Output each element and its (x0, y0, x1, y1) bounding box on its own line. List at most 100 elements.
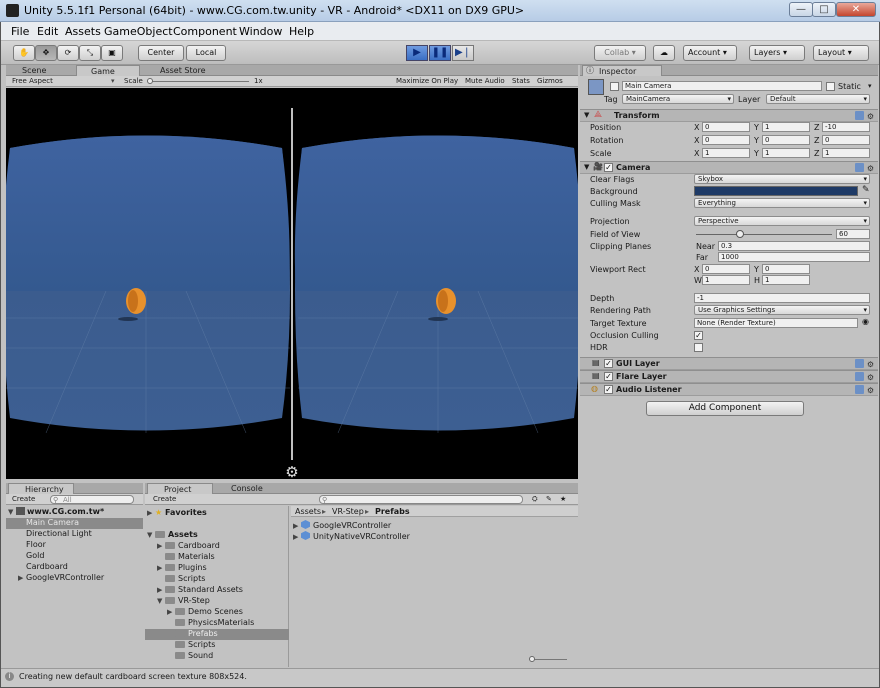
rotation-y-field[interactable]: 0 (762, 135, 810, 145)
viewport-x-field[interactable]: 0 (702, 264, 750, 274)
rendering-path-dropdown[interactable]: Use Graphics Settings (694, 305, 870, 315)
account-dropdown[interactable]: Account ▾ (683, 45, 737, 61)
tab-project[interactable]: Project (147, 483, 213, 494)
component-settings-icon[interactable]: ⚙ (855, 111, 874, 121)
depth-field[interactable]: -1 (694, 293, 870, 303)
hierarchy-search-input[interactable]: ⚲ All (50, 495, 134, 504)
folder-vrstep-scripts[interactable]: Scripts (175, 640, 215, 649)
scale-x-field[interactable]: 1 (702, 148, 750, 158)
close-button[interactable]: ✕ (836, 2, 876, 17)
component-settings-icon[interactable]: ⚙ (855, 385, 874, 395)
rotation-z-field[interactable]: 0 (822, 135, 870, 145)
tab-console[interactable]: Console (217, 483, 283, 494)
folder-cardboard[interactable]: ▶ Cardboard (157, 541, 220, 550)
hierarchy-item-floor[interactable]: Floor (26, 540, 46, 549)
gui-layer-header[interactable]: ▤ ✓ GUI Layer ⚙ (580, 357, 878, 370)
folder-prefabs[interactable]: Prefabs (145, 629, 289, 640)
breadcrumb-prefabs[interactable]: Prefabs (375, 507, 410, 516)
object-picker-icon[interactable]: ◉ (862, 317, 869, 326)
scale-slider[interactable] (149, 81, 249, 82)
object-name-field[interactable]: Main Camera (622, 81, 822, 91)
fov-slider[interactable] (696, 234, 832, 235)
hierarchy-create-button[interactable]: Create (12, 495, 35, 503)
layers-dropdown[interactable]: Layers ▾ (749, 45, 805, 61)
culling-mask-dropdown[interactable]: Everything (694, 198, 870, 208)
static-arrow-icon[interactable]: ▾ (868, 82, 872, 90)
icon-size-slider[interactable] (531, 659, 567, 660)
filter-label-icon[interactable]: ✎ (546, 495, 552, 503)
favorites-item[interactable]: ▶ ★ Favorites (147, 508, 207, 517)
rotation-x-field[interactable]: 0 (702, 135, 750, 145)
fov-slider-thumb[interactable] (736, 230, 744, 238)
step-button[interactable]: ▶❘ (452, 45, 474, 61)
eyedropper-icon[interactable]: ✎ (862, 185, 870, 195)
position-x-field[interactable]: 0 (702, 122, 750, 132)
add-component-button[interactable]: Add Component (646, 401, 804, 416)
hdr-checkbox[interactable] (694, 343, 703, 352)
breadcrumb-assets[interactable]: Assets (295, 507, 321, 516)
active-checkbox[interactable] (610, 82, 619, 91)
play-button[interactable]: ▶ (406, 45, 428, 61)
game-viewport[interactable]: ⚙ (2, 88, 582, 481)
cloud-icon[interactable]: ☁ (653, 45, 675, 61)
hierarchy-item-gold[interactable]: Gold (26, 551, 44, 560)
occlusion-culling-checkbox[interactable]: ✓ (694, 331, 703, 340)
viewport-y-field[interactable]: 0 (762, 264, 810, 274)
favorite-star-icon[interactable]: ★ (560, 495, 566, 503)
scale-tool-icon[interactable]: ⤡ (79, 45, 101, 61)
menu-file[interactable]: File (11, 25, 29, 38)
menu-assets[interactable]: Assets (65, 25, 101, 38)
maximize-button[interactable]: □ (812, 2, 836, 17)
clear-flags-dropdown[interactable]: Skybox (694, 174, 870, 184)
position-y-field[interactable]: 1 (762, 122, 810, 132)
tab-scene[interactable]: Scene (8, 65, 70, 76)
tab-inspector[interactable]: Inspector (582, 65, 662, 76)
tab-game[interactable]: Game (76, 65, 140, 76)
hierarchy-scene[interactable]: ▼ www.CG.com.tw* (8, 507, 104, 516)
tab-asset-store[interactable]: Asset Store (146, 65, 226, 76)
static-checkbox[interactable] (826, 82, 835, 91)
scale-slider-thumb[interactable] (147, 78, 153, 84)
folder-physicsmaterials[interactable]: PhysicsMaterials (175, 618, 254, 627)
folder-materials[interactable]: Materials (165, 552, 215, 561)
viewport-h-field[interactable]: 1 (762, 275, 810, 285)
hierarchy-item-main-camera[interactable]: Main Camera (6, 518, 143, 529)
asset-unitynativevrcontroller[interactable]: ▶ UnityNativeVRController (293, 531, 410, 541)
scale-y-field[interactable]: 1 (762, 148, 810, 158)
audio-listener-checkbox[interactable]: ✓ (604, 385, 613, 394)
folder-vr-step[interactable]: ▼ VR-Step (157, 596, 210, 605)
scale-z-field[interactable]: 1 (822, 148, 870, 158)
gui-layer-checkbox[interactable]: ✓ (604, 359, 613, 368)
hierarchy-item-cardboard[interactable]: Cardboard (26, 562, 68, 571)
projection-dropdown[interactable]: Perspective (694, 216, 870, 226)
layout-dropdown[interactable]: Layout ▾ (813, 45, 869, 61)
stats-toggle[interactable]: Stats (512, 77, 530, 85)
flare-layer-checkbox[interactable]: ✓ (604, 372, 613, 381)
pivot-center-button[interactable]: Center (138, 45, 184, 61)
near-field[interactable]: 0.3 (718, 241, 870, 251)
folder-scripts[interactable]: Scripts (165, 574, 205, 583)
menu-help[interactable]: Help (289, 25, 314, 38)
transform-header[interactable]: ▼ ⟁ Transform ⚙ (580, 109, 878, 122)
folder-demo-scenes[interactable]: ▶ Demo Scenes (167, 607, 243, 616)
tag-dropdown[interactable]: MainCamera (622, 94, 734, 104)
camera-enabled-checkbox[interactable]: ✓ (604, 163, 613, 172)
tab-hierarchy[interactable]: Hierarchy (8, 483, 74, 494)
icon-size-slider-thumb[interactable] (529, 656, 535, 662)
move-tool-icon[interactable]: ✥ (35, 45, 57, 61)
project-create-button[interactable]: Create (153, 495, 176, 503)
component-settings-icon[interactable]: ⚙ (855, 359, 874, 369)
folder-plugins[interactable]: ▶ Plugins (157, 563, 207, 572)
menu-gameobject[interactable]: GameObject (104, 25, 173, 38)
folder-sound[interactable]: Sound (175, 651, 213, 660)
viewport-w-field[interactable]: 1 (702, 275, 750, 285)
asset-googlevrcontroller[interactable]: ▶ GoogleVRController (293, 520, 391, 530)
menu-component[interactable]: Component (173, 25, 237, 38)
component-settings-icon[interactable]: ⚙ (855, 163, 874, 173)
folder-standard-assets[interactable]: ▶ Standard Assets (157, 585, 243, 594)
fov-field[interactable]: 60 (836, 229, 870, 239)
hierarchy-item-directional-light[interactable]: Directional Light (26, 529, 92, 538)
camera-header[interactable]: ▼ 🎥 ✓ Camera ⚙ (580, 161, 878, 174)
menu-window[interactable]: Window (239, 25, 282, 38)
minimize-button[interactable]: — (789, 2, 813, 17)
